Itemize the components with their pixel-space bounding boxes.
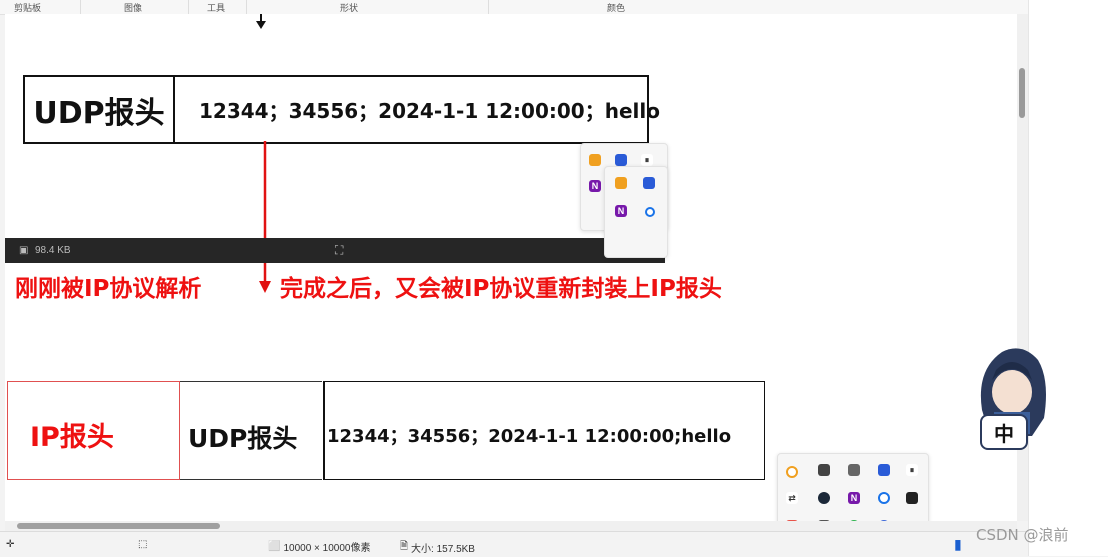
ribbon-separator bbox=[188, 0, 189, 14]
ribbon-group-labels: 剪贴板 图像 工具 形状 颜色 bbox=[0, 0, 1028, 15]
cursor-position-icon: ✛ bbox=[6, 539, 15, 550]
bottom-udp-header-label: UDP报头 bbox=[188, 424, 298, 453]
window-icon[interactable] bbox=[848, 464, 860, 476]
vertical-scroll-thumb[interactable] bbox=[1019, 68, 1025, 118]
file-size-text: 98.4 KB bbox=[35, 245, 71, 256]
ribbon-group-clipboard[interactable]: 剪贴板 bbox=[14, 1, 41, 14]
file-size-icon: 🗎 bbox=[400, 541, 409, 552]
annotation-right-text: 完成之后，又会被IP协议重新封装上IP报头 bbox=[280, 276, 722, 302]
red-arrow-icon bbox=[259, 141, 271, 293]
annotation-left-text: 刚刚被IP协议解析 bbox=[15, 276, 202, 302]
watermark-text: CSDN @浪前 bbox=[976, 526, 1069, 544]
right-side-panel bbox=[1028, 0, 1108, 556]
horizontal-scroll-thumb[interactable] bbox=[17, 523, 220, 529]
onenote-icon[interactable]: N bbox=[615, 205, 627, 217]
ribbon-group-tools[interactable]: 工具 bbox=[207, 1, 225, 14]
media-icon[interactable]: ⏸ bbox=[641, 154, 653, 166]
selection-icon: ⬚ bbox=[138, 539, 148, 550]
paint-canvas[interactable]: UDP报头 12344；34556；2024-1-1 12:00:00；hell… bbox=[5, 14, 1017, 521]
file-size: 大小: 157.5KB bbox=[411, 544, 475, 555]
ribbon-separator bbox=[246, 0, 247, 14]
image-icon: ▣ bbox=[19, 245, 29, 256]
app-icon[interactable] bbox=[589, 154, 601, 166]
bottom-payload-text: 12344；34556；2024-1-1 12:00:00;hello bbox=[327, 426, 732, 447]
grid-icon[interactable] bbox=[906, 492, 918, 504]
image-dimensions: 10000 × 10000像素 bbox=[283, 543, 371, 554]
ime-mode-indicator[interactable]: 中 bbox=[980, 414, 1028, 450]
steam-icon[interactable] bbox=[818, 492, 830, 504]
top-udp-header-label: UDP报头 bbox=[33, 95, 165, 131]
ribbon-group-colors[interactable]: 颜色 bbox=[607, 1, 625, 14]
ip-header-cell: IP报头 bbox=[7, 381, 180, 480]
ribbon-group-shapes[interactable]: 形状 bbox=[340, 1, 358, 14]
fit-screen-icon[interactable]: ⛶ bbox=[335, 243, 343, 258]
sync-icon[interactable] bbox=[818, 464, 830, 476]
headset-icon[interactable] bbox=[615, 154, 627, 166]
tray-panel-front: N bbox=[604, 166, 668, 258]
top-payload-text: 12344；34556；2024-1-1 12:00:00；hello bbox=[199, 99, 660, 123]
image-size-icon: ⬜ bbox=[268, 541, 281, 552]
media-icon[interactable]: ⏸ bbox=[906, 464, 918, 476]
headset-icon[interactable] bbox=[643, 177, 655, 189]
onenote-icon[interactable]: N bbox=[848, 492, 860, 504]
top-packet-box: UDP报头 12344；34556；2024-1-1 12:00:00；hell… bbox=[23, 75, 660, 144]
ip-header-label: IP报头 bbox=[30, 422, 114, 453]
circle-icon[interactable] bbox=[878, 492, 890, 504]
circle-icon[interactable] bbox=[645, 207, 655, 217]
ribbon-separator bbox=[80, 0, 81, 14]
status-bar: ✛ ⬚ ⬜ 10000 × 10000像素 🗎 大小: 157.5KB ▮ bbox=[0, 531, 1028, 557]
ribbon-group-image[interactable]: 图像 bbox=[124, 1, 142, 14]
headset-icon[interactable] bbox=[878, 464, 890, 476]
ime-avatar-widget[interactable]: 中 bbox=[972, 340, 1050, 454]
switch-icon[interactable]: ⇄ bbox=[786, 492, 798, 504]
horizontal-scrollbar[interactable] bbox=[5, 521, 1017, 531]
embedded-viewer-bar: ▣ 98.4 KB ⛶ bbox=[5, 238, 665, 263]
arrow-down-icon bbox=[256, 14, 266, 29]
bottom-packet-box: IP报头 UDP报头 12344；34556；2024-1-1 12:00:00… bbox=[7, 381, 765, 480]
ribbon-separator bbox=[488, 0, 489, 14]
udp-header-cell: UDP报头 bbox=[180, 381, 322, 480]
onenote-icon[interactable]: N bbox=[589, 180, 601, 192]
zoom-slider-handle[interactable]: ▮ bbox=[954, 536, 962, 553]
payload-cell: 12344；34556；2024-1-1 12:00:00;hello bbox=[323, 381, 765, 480]
app-icon[interactable] bbox=[615, 177, 627, 189]
app-icon[interactable] bbox=[786, 466, 798, 478]
tray-overflow-panel: ⏸ ⇄ N bbox=[777, 453, 929, 521]
